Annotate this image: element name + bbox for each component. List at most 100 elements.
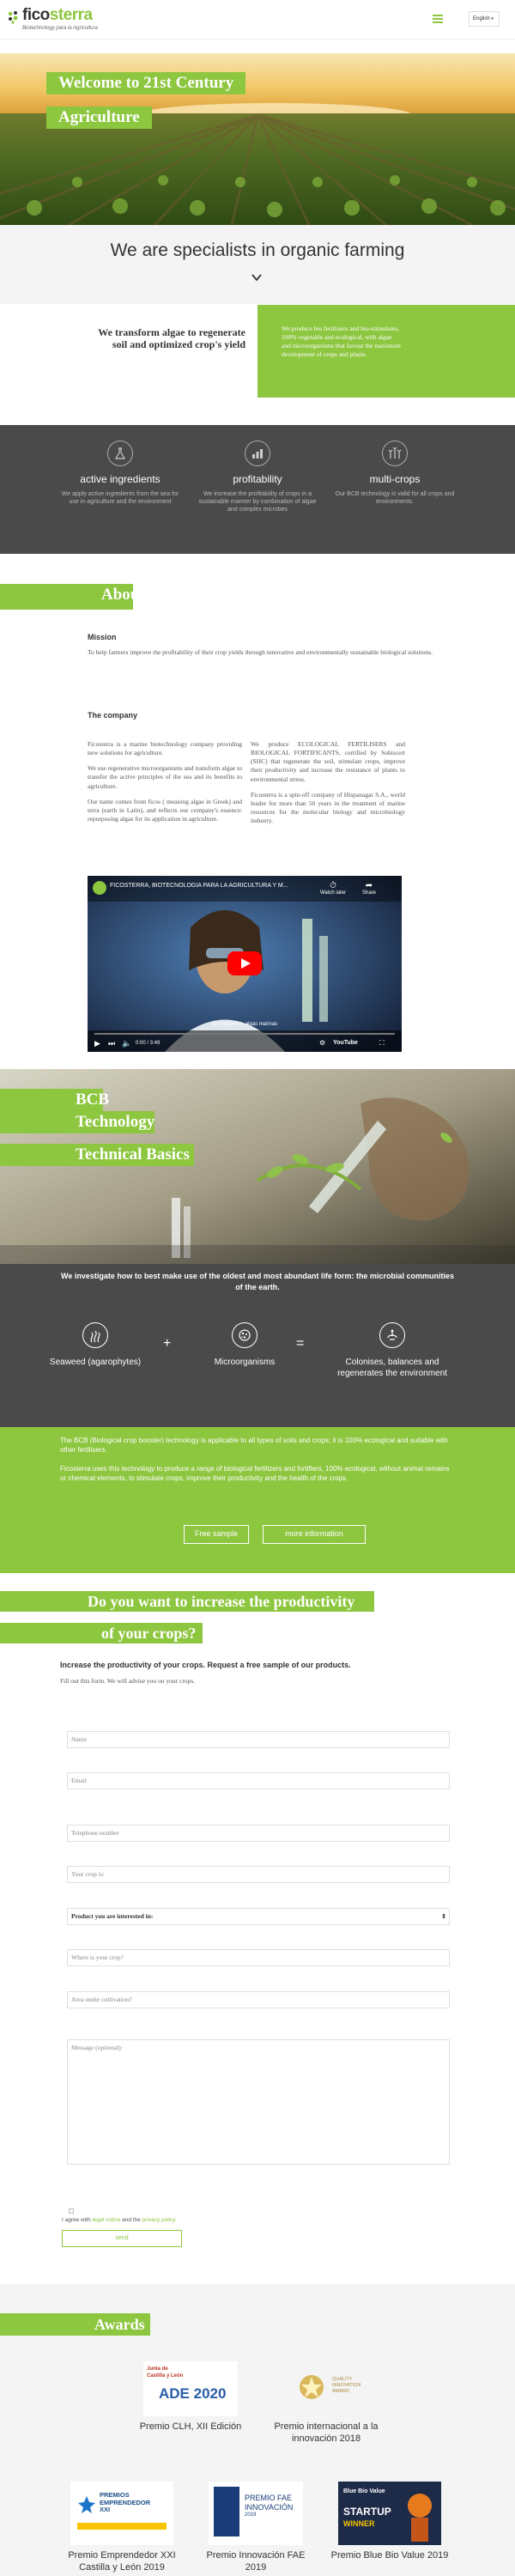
next-icon[interactable]: ⏭ bbox=[108, 1039, 115, 1048]
award-caption: Premio CLH, XII Edición bbox=[139, 2421, 242, 2432]
play-button[interactable] bbox=[227, 951, 262, 975]
agree-and: and the bbox=[120, 2217, 142, 2223]
quality-logo-line1: QUALITY bbox=[332, 2377, 353, 2382]
award-blue-bio: Blue Bio Value STARTUP WINNER Premio Blu… bbox=[330, 2482, 450, 2562]
award-emprendedor: PREMIOS EMPRENDEDOR XXI Premio Emprendedor… bbox=[62, 2482, 182, 2574]
feature-text: We increase the profitability of crops i… bbox=[198, 491, 317, 513]
ade-logo-line2: Castilla y León bbox=[147, 2373, 184, 2379]
privacy-policy-link[interactable]: privacy policy bbox=[142, 2217, 176, 2223]
bluebio-logo-line1: Blue Bio Value bbox=[343, 2488, 385, 2494]
chevron-down-icon[interactable] bbox=[251, 271, 263, 283]
plus-sign: + bbox=[163, 1336, 172, 1351]
video-player[interactable]: FICOSTERRA, BIOTECNOLOGÍA PARA LA AGRICU… bbox=[88, 876, 402, 1052]
feature-multi-crops: multi-crops Our BCB technology is valid … bbox=[335, 440, 455, 506]
where-field[interactable]: Where is your crop? bbox=[67, 1949, 450, 1966]
share-button[interactable]: ➦ Share bbox=[354, 881, 385, 896]
agree-checkbox[interactable] bbox=[69, 2208, 74, 2214]
legal-notice-link[interactable]: legal notice bbox=[92, 2217, 120, 2223]
productivity-subtitle: Increase the productivity of your crops.… bbox=[60, 1661, 351, 1669]
watch-later-label: Watch later bbox=[319, 890, 347, 896]
laurel-icon bbox=[300, 2375, 324, 2399]
bluebio-logo-line3: WINNER bbox=[343, 2519, 375, 2528]
logo-prefix: fico bbox=[22, 6, 50, 24]
share-icon: ➦ bbox=[365, 881, 373, 890]
fae-logo-n-icon bbox=[214, 2487, 239, 2537]
ade-logo-main: ADE 2020 bbox=[159, 2385, 227, 2402]
fullscreen-icon[interactable]: ⛶ bbox=[379, 1039, 385, 1048]
transform-description: We produce bio fertilisers and bio-stimu… bbox=[282, 325, 401, 359]
caret-icon: ▾ bbox=[491, 16, 494, 21]
feature-text: Our BCB technology is valid for all crop… bbox=[335, 491, 455, 506]
logo-wordmark[interactable]: ficosterra bbox=[22, 6, 93, 25]
hamburger-icon[interactable] bbox=[433, 15, 443, 23]
productivity-title-line2: of your crops? bbox=[101, 1625, 197, 1642]
fae-logo-line3: 2019 bbox=[245, 2512, 257, 2518]
feature-profitability: profitability We increase the profitabil… bbox=[197, 440, 318, 513]
watch-later-button[interactable]: ⏱ Watch later bbox=[318, 881, 348, 896]
award-caption: Premio Innovación FAE 2019 bbox=[206, 2550, 306, 2573]
video-caption: En Ficosterra, algas marinas bbox=[211, 1022, 278, 1027]
specialists-title: We are specialists in organic farming bbox=[110, 240, 405, 260]
crop-field[interactable]: Your crop is: bbox=[67, 1866, 450, 1883]
language-value: English bbox=[473, 16, 490, 21]
awards-title: Awards bbox=[94, 2316, 145, 2333]
send-button[interactable]: send bbox=[62, 2230, 182, 2247]
microbial-label: Colonises, balances and regenerates the … bbox=[337, 1358, 447, 1378]
volume-icon[interactable]: 🔈 bbox=[122, 1039, 131, 1048]
award-innovation-2018: QUALITY INNOVATION AWARD Premio internacio… bbox=[266, 2361, 386, 2445]
award-fae: PREMIO FAE INNOVACIÓN 2019 Premio Innovaci… bbox=[196, 2482, 316, 2574]
award-logo-ade: Junta de Castilla y León ADE 2020 bbox=[143, 2361, 238, 2416]
emprendedor-logo-stripe bbox=[77, 2523, 167, 2530]
youtube-logo[interactable]: YouTube bbox=[333, 1040, 358, 1046]
email-placeholder: Email bbox=[71, 1777, 87, 1784]
about-title: About us bbox=[101, 586, 165, 604]
telephone-placeholder: Telephone number bbox=[71, 1829, 119, 1837]
mission-text: To help farmers improve the profitabilit… bbox=[88, 648, 433, 656]
bcb-info-p1: The BCB (Biological crop booster) techno… bbox=[60, 1437, 448, 1455]
settings-icon[interactable]: ⚙ bbox=[319, 1039, 325, 1047]
logo-tagline: Biotechnology para la Agricultura bbox=[22, 26, 98, 31]
specialists-section bbox=[0, 225, 515, 304]
product-value: Product you are interested in: bbox=[71, 1912, 154, 1920]
feature-title: profitability bbox=[233, 473, 282, 485]
area-field[interactable]: Area under cultivation? bbox=[67, 1991, 450, 2008]
quality-logo-line2: INNOVATION bbox=[332, 2383, 361, 2389]
message-field[interactable]: Message (optional): bbox=[67, 2039, 450, 2165]
telephone-field[interactable]: Telephone number bbox=[67, 1825, 450, 1842]
emprendedor-logo-text: PREMIOS EMPRENDEDOR XXI bbox=[100, 2491, 150, 2514]
company-col1: Ficosterra is a marine biotechnology com… bbox=[88, 740, 242, 823]
hero-title-line2: Agriculture bbox=[46, 106, 152, 129]
ade-logo-line1: Junta de bbox=[147, 2366, 168, 2372]
name-field[interactable]: Name bbox=[67, 1731, 450, 1748]
award-logo-quality: QUALITY INNOVATION AWARD bbox=[279, 2361, 373, 2416]
message-placeholder: Message (optional): bbox=[71, 2044, 123, 2051]
feature-title: active ingredients bbox=[80, 473, 161, 485]
microorganisms-icon bbox=[232, 1322, 258, 1348]
free-sample-button[interactable]: Free sample bbox=[184, 1525, 249, 1544]
company-p2: We use regenerative microorganisms and t… bbox=[88, 764, 242, 790]
award-logo-emprendedor: PREMIOS EMPRENDEDOR XXI bbox=[70, 2482, 173, 2545]
feature-title: multi-crops bbox=[369, 473, 421, 485]
product-select[interactable]: Product you are interested in: ⇕ bbox=[67, 1908, 450, 1925]
feature-active-ingredients: active ingredients We apply active ingre… bbox=[60, 440, 180, 506]
name-placeholder: Name bbox=[71, 1735, 87, 1743]
bcb-title-line1: BCB bbox=[0, 1089, 109, 1111]
award-logo-fae: PREMIO FAE INNOVACIÓN 2019 bbox=[209, 2482, 303, 2545]
agree-prefix: I agree with bbox=[62, 2217, 93, 2223]
play-control-icon[interactable]: ▶ bbox=[94, 1039, 100, 1048]
microbial-item-result: Colonises, balances and regenerates the … bbox=[336, 1322, 448, 1379]
award-logo-bluebio: Blue Bio Value STARTUP WINNER bbox=[338, 2482, 441, 2545]
microbial-title: We investigate how to best make use of t… bbox=[61, 1272, 454, 1291]
video-title[interactable]: FICOSTERRA, BIOTECNOLOGÍA PARA LA AGRICU… bbox=[110, 883, 307, 889]
logo-mark-icon bbox=[8, 11, 18, 24]
award-caption: Premio Emprendedor XXI Castilla y León 2… bbox=[68, 2550, 176, 2573]
more-information-button[interactable]: more information bbox=[263, 1525, 366, 1544]
balance-icon bbox=[379, 1322, 405, 1348]
bluebio-logo-line2: STARTUP bbox=[343, 2506, 391, 2518]
language-select[interactable]: English ▾ bbox=[469, 11, 500, 27]
microbial-label: Seaweed (agarophytes) bbox=[49, 1358, 142, 1367]
fae-logo-line1: PREMIO FAE bbox=[245, 2494, 293, 2502]
logo-suffix: sterra bbox=[49, 6, 93, 24]
clock-icon: ⏱ bbox=[330, 881, 336, 890]
email-field[interactable]: Email bbox=[67, 1772, 450, 1789]
